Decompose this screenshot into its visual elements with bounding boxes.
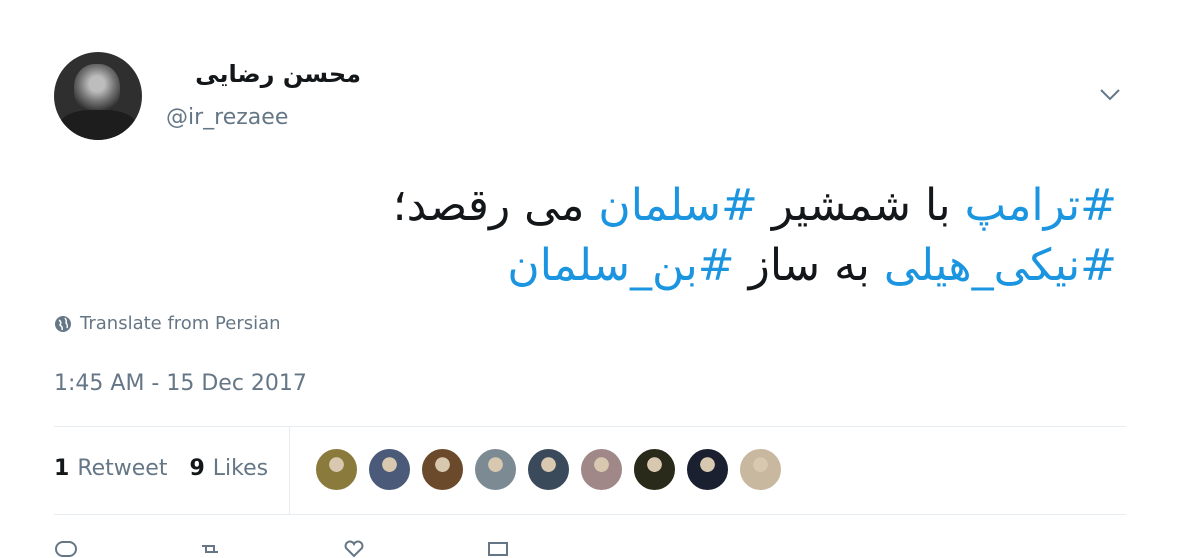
tweet-text-segment: می رقصد؛ xyxy=(392,180,599,231)
liker-avatars xyxy=(314,447,783,492)
tweet-text: #ترامپ با شمشیر #سلمان می رقصد؛ #نیکی_هی… xyxy=(297,176,1117,296)
retweet-icon[interactable] xyxy=(198,540,222,558)
globe-icon xyxy=(55,316,71,332)
likes-label: Likes xyxy=(212,456,269,481)
likes-count: 9 xyxy=(189,456,205,481)
like-icon[interactable] xyxy=(342,540,366,558)
avatar-face xyxy=(74,64,120,114)
tweet-text-segment: با شمشیر xyxy=(757,180,965,231)
liker-avatar[interactable] xyxy=(685,447,730,492)
divider xyxy=(289,426,290,514)
liker-avatar[interactable] xyxy=(314,447,359,492)
hashtag-link[interactable]: #سلمان xyxy=(598,180,757,231)
liker-avatar[interactable] xyxy=(526,447,571,492)
tweet-actions xyxy=(54,540,510,558)
hashtag-link[interactable]: #نیکی_هیلی xyxy=(884,240,1117,291)
retweet-label: Retweet xyxy=(77,456,168,481)
liker-avatar[interactable] xyxy=(579,447,624,492)
tweet-timestamp[interactable]: 1:45 AM - 15 Dec 2017 xyxy=(54,370,307,398)
message-icon[interactable] xyxy=(486,540,510,558)
liker-avatar[interactable] xyxy=(632,447,677,492)
liker-avatar[interactable] xyxy=(367,447,412,492)
translate-label[interactable]: Translate from Persian xyxy=(80,312,281,336)
likes-stat[interactable]: 9 Likes xyxy=(189,455,268,483)
hashtag-link[interactable]: #ترامپ xyxy=(965,180,1117,231)
divider xyxy=(54,514,1126,515)
retweet-stat[interactable]: 1 Retweet xyxy=(54,455,167,483)
tweet-text-segment: به ساز xyxy=(734,240,884,291)
divider xyxy=(54,426,1126,427)
author-display-name[interactable]: محسن رضایی xyxy=(166,58,361,90)
author-handle[interactable]: @ir_rezaee xyxy=(166,104,288,132)
reply-icon[interactable] xyxy=(54,540,78,558)
liker-avatar[interactable] xyxy=(420,447,465,492)
tweet-line-2: #نیکی_هیلی به ساز #بن_سلمان xyxy=(297,236,1117,296)
liker-avatar[interactable] xyxy=(473,447,518,492)
tweet-line-1: #ترامپ با شمشیر #سلمان می رقصد؛ xyxy=(297,176,1117,236)
tweet-stats: 1 Retweet 9 Likes xyxy=(54,455,268,483)
retweet-count: 1 xyxy=(54,456,70,481)
chevron-down-icon[interactable] xyxy=(1098,84,1122,104)
translate-link[interactable]: Translate from Persian xyxy=(54,312,281,336)
avatar[interactable] xyxy=(54,52,142,140)
avatar-shoulders xyxy=(60,110,136,140)
hashtag-link[interactable]: #بن_سلمان xyxy=(507,240,734,291)
liker-avatar[interactable] xyxy=(738,447,783,492)
